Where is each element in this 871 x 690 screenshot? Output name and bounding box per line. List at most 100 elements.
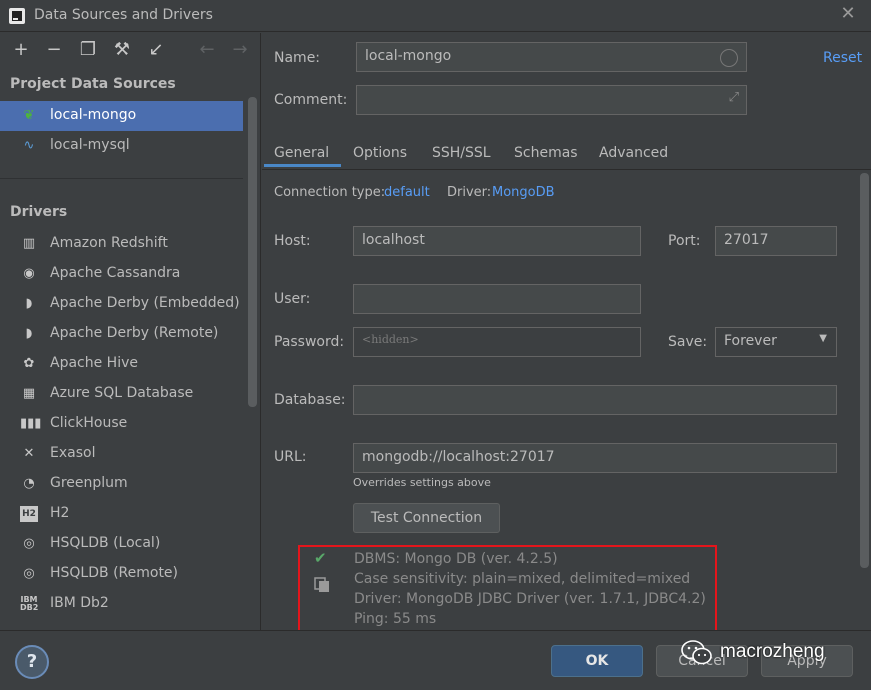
datagrip-logo-icon (9, 8, 25, 24)
driver-label: HSQLDB (Remote) (50, 565, 179, 581)
ok-button[interactable]: OK (551, 645, 643, 677)
host-input[interactable]: localhost (353, 226, 641, 256)
sidebar-divider (0, 178, 243, 179)
sidebar-item-label: local-mongo (50, 107, 137, 123)
driver-item[interactable]: ◔ Greenplum (0, 469, 243, 499)
sidebar-scrollbar[interactable] (248, 97, 257, 407)
driver-item[interactable]: ✕ Exasol (0, 439, 243, 469)
driver-item[interactable]: ✿ Apache Hive (0, 349, 243, 379)
driver-item[interactable]: IBM DB2 IBM Db2 (0, 589, 243, 619)
derby-icon: ◗ (25, 296, 33, 311)
driver-label: HSQLDB (Local) (50, 535, 161, 551)
user-label: User: (274, 291, 311, 307)
driver-label: Greenplum (50, 475, 128, 491)
remove-icon[interactable]: − (43, 39, 65, 61)
driver-label: Apache Derby (Embedded) (50, 295, 240, 311)
wrench-icon[interactable]: ⚒ (111, 39, 133, 61)
tab-options[interactable]: Options (353, 145, 407, 161)
comment-input[interactable]: ⤢ (356, 85, 747, 115)
port-label: Port: (668, 233, 701, 249)
url-label: URL: (274, 449, 307, 465)
driver-label: Driver: (447, 185, 492, 200)
sidebar-item-label: local-mysql (50, 137, 130, 153)
result-driver: Driver: MongoDB JDBC Driver (ver. 1.7.1,… (354, 591, 706, 607)
user-input[interactable] (353, 284, 641, 314)
import-icon[interactable]: ↙ (145, 39, 167, 61)
driver-label: Amazon Redshift (50, 235, 168, 251)
driver-item[interactable]: ▥ Amazon Redshift (0, 229, 243, 259)
driver-item[interactable]: H2 H2 (0, 499, 243, 529)
host-label: Host: (274, 233, 311, 249)
name-value: local-mongo (365, 48, 452, 64)
title-bar: Data Sources and Drivers ✕ (0, 0, 871, 32)
forward-arrow-icon[interactable]: → (229, 39, 251, 61)
driver-label: IBM Db2 (50, 595, 109, 611)
tab-ssh-ssl[interactable]: SSH/SSL (432, 145, 491, 161)
driver-label: ClickHouse (50, 415, 128, 431)
exasol-icon: ✕ (23, 446, 35, 461)
clickhouse-icon: ▮▮▮ (20, 416, 42, 431)
help-button[interactable]: ? (15, 645, 49, 679)
result-case-sensitivity: Case sensitivity: plain=mixed, delimited… (354, 571, 691, 587)
driver-item[interactable]: ◉ Apache Cassandra (0, 259, 243, 289)
chevron-down-icon: ▼ (819, 333, 827, 344)
details-panel: Name: local-mongo Reset Comment: ⤢ Gener… (262, 33, 871, 633)
driver-item[interactable]: ◎ HSQLDB (Remote) (0, 559, 243, 589)
hsqldb-icon: ◎ (23, 536, 35, 551)
tab-general[interactable]: General (274, 145, 329, 161)
left-panel: + − ❐ ⚒ ↙ ← → Project Data Sources ❦ loc… (0, 33, 261, 630)
save-label: Save: (668, 334, 708, 350)
window-title: Data Sources and Drivers (34, 7, 213, 23)
driver-item[interactable]: ◎ HSQLDB (Local) (0, 529, 243, 559)
expand-icon[interactable]: ⤢ (729, 90, 739, 105)
reset-link[interactable]: Reset (823, 50, 862, 66)
back-arrow-icon[interactable]: ← (196, 39, 218, 61)
driver-label: Exasol (50, 445, 96, 461)
url-input[interactable]: mongodb://localhost:27017 (353, 443, 837, 473)
url-note: Overrides settings above (353, 476, 491, 489)
driver-item[interactable]: ◗ Apache Derby (Embedded) (0, 289, 243, 319)
hsqldb-icon: ◎ (23, 566, 35, 581)
sidebar-item-local-mongo[interactable]: ❦ local-mongo (0, 101, 243, 131)
driver-label: Azure SQL Database (50, 385, 194, 401)
password-label: Password: (274, 334, 345, 350)
add-icon[interactable]: + (10, 39, 32, 61)
database-input[interactable] (353, 385, 837, 415)
ibm-db2-icon: IBM DB2 (20, 595, 39, 612)
greenplum-icon: ◔ (23, 476, 35, 491)
driver-link[interactable]: MongoDB (492, 185, 555, 200)
driver-item[interactable]: ▮▮▮ ClickHouse (0, 409, 243, 439)
name-label: Name: (274, 50, 321, 66)
h2-icon: H2 (20, 506, 38, 522)
copy-icon[interactable] (314, 577, 330, 593)
connection-type-label: Connection type: (274, 185, 386, 200)
close-icon[interactable]: ✕ (838, 4, 858, 24)
mysql-dolphin-icon: ∿ (23, 138, 35, 153)
tab-separator (262, 169, 871, 170)
port-input[interactable]: 27017 (715, 226, 837, 256)
wechat-icon (681, 640, 712, 665)
driver-item[interactable]: ▦ Azure SQL Database (0, 379, 243, 409)
connection-type-link[interactable]: default (384, 185, 430, 200)
copy-icon[interactable]: ❐ (77, 39, 99, 61)
sidebar-toolbar: + − ❐ ⚒ ↙ ← → (0, 33, 260, 67)
check-icon: ✔ (314, 549, 327, 567)
azure-icon: ▦ (22, 386, 36, 401)
derby-icon: ◗ (25, 326, 33, 341)
name-input[interactable]: local-mongo (356, 42, 747, 72)
password-input[interactable]: <hidden> (353, 327, 641, 357)
mongodb-leaf-icon: ❦ (23, 108, 35, 123)
project-sources-heading: Project Data Sources (10, 76, 176, 92)
details-scrollbar[interactable] (860, 173, 869, 568)
driver-label: Apache Hive (50, 355, 138, 371)
color-circle-icon[interactable] (720, 49, 738, 67)
save-select[interactable]: Forever ▼ (715, 327, 837, 357)
tab-schemas[interactable]: Schemas (514, 145, 578, 161)
sidebar-item-local-mysql[interactable]: ∿ local-mysql (0, 131, 243, 161)
tab-advanced[interactable]: Advanced (599, 145, 668, 161)
driver-item[interactable]: ◗ Apache Derby (Remote) (0, 319, 243, 349)
hive-icon: ✿ (23, 356, 35, 371)
driver-label: Apache Derby (Remote) (50, 325, 219, 341)
test-connection-button[interactable]: Test Connection (353, 503, 500, 533)
watermark-text: macrozheng (720, 641, 825, 662)
